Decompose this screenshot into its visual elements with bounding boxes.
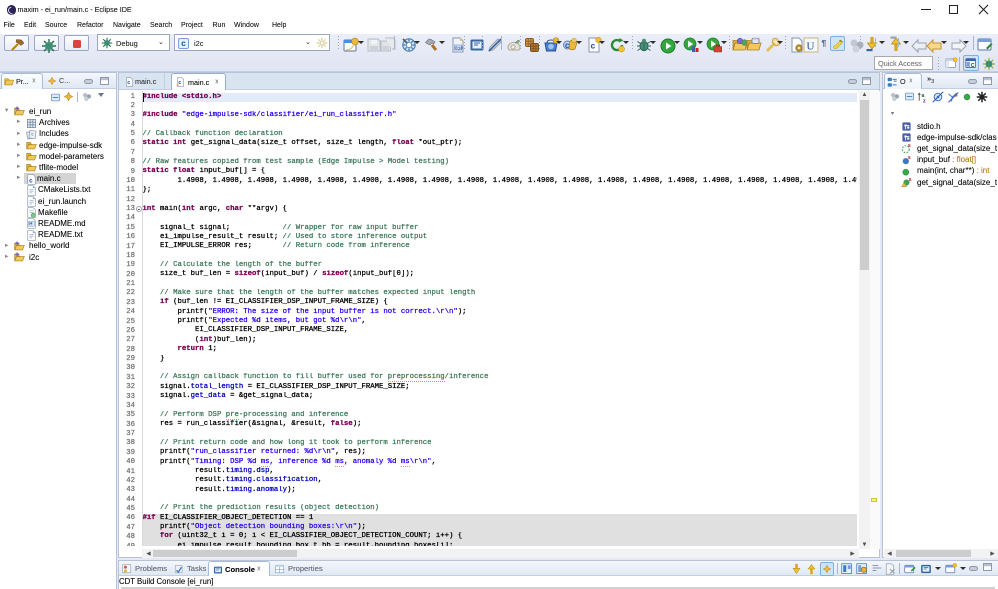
svg-text:c: c bbox=[590, 40, 595, 50]
svg-text:z: z bbox=[923, 98, 926, 103]
svg-text:c: c bbox=[127, 80, 130, 86]
svg-text:010: 010 bbox=[455, 45, 463, 51]
svg-text:C: C bbox=[971, 63, 975, 69]
svg-text:U: U bbox=[807, 41, 815, 53]
